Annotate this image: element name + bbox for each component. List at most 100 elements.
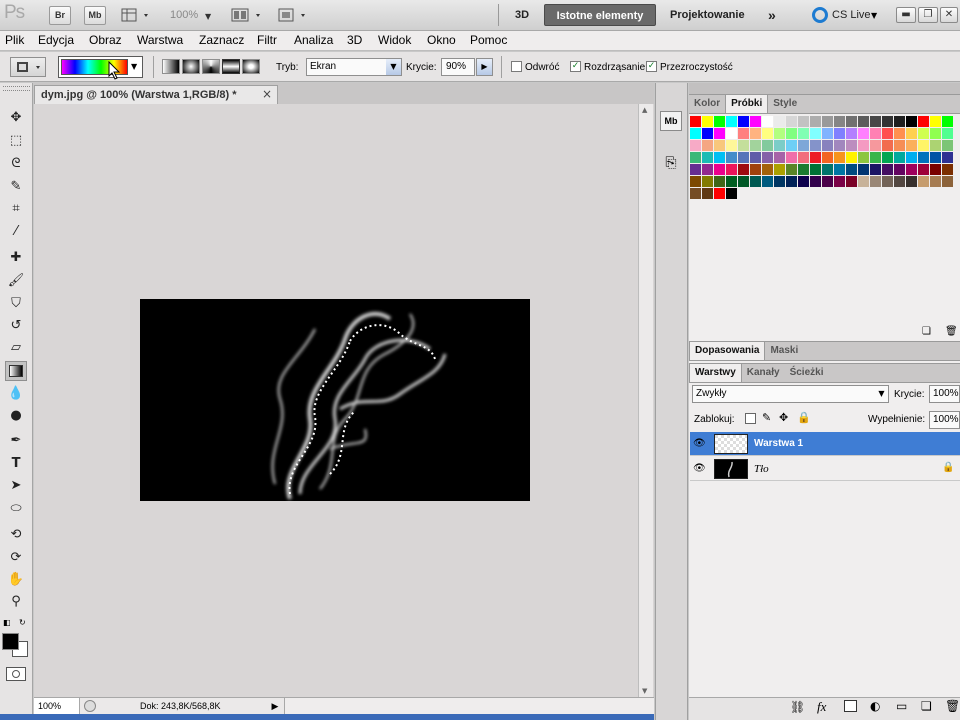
color-swatch[interactable] (762, 128, 773, 139)
menu-file[interactable]: Plik (5, 33, 24, 47)
color-swatch[interactable] (870, 176, 881, 187)
color-swatch[interactable] (894, 128, 905, 139)
dodge-tool-icon[interactable]: ● (5, 406, 27, 426)
color-swatch[interactable] (906, 128, 917, 139)
color-swatch[interactable] (774, 116, 785, 127)
color-swatch[interactable] (738, 164, 749, 175)
color-swatch[interactable] (738, 140, 749, 151)
color-swatch[interactable] (726, 116, 737, 127)
color-swatch[interactable] (810, 152, 821, 163)
color-swatch[interactable] (834, 164, 845, 175)
color-swatch[interactable] (714, 116, 725, 127)
color-swatch[interactable] (894, 116, 905, 127)
color-swatch[interactable] (702, 188, 713, 199)
color-swatch[interactable] (870, 164, 881, 175)
horizontal-scrollbar[interactable] (284, 698, 654, 714)
new-layer-icon[interactable]: ❏ (921, 699, 932, 713)
color-swatch[interactable] (810, 128, 821, 139)
color-swatch[interactable] (858, 116, 869, 127)
zoom-tool-icon[interactable]: ⚲ (5, 592, 27, 612)
color-swatch[interactable] (810, 176, 821, 187)
color-swatch[interactable] (834, 152, 845, 163)
color-swatch[interactable] (762, 164, 773, 175)
color-swatch[interactable] (906, 152, 917, 163)
lock-transparency-icon[interactable] (745, 413, 756, 424)
color-swatch[interactable] (906, 176, 917, 187)
layer-opacity-input[interactable]: 100% (929, 385, 960, 403)
color-swatch[interactable] (690, 140, 701, 151)
color-swatch[interactable] (942, 164, 953, 175)
color-swatch[interactable] (846, 176, 857, 187)
color-swatch[interactable] (726, 152, 737, 163)
color-swatch[interactable] (702, 152, 713, 163)
color-swatch[interactable] (906, 140, 917, 151)
menu-layer[interactable]: Warstwa (137, 33, 183, 47)
new-group-icon[interactable]: ▭ (896, 699, 907, 713)
color-swatch[interactable] (786, 176, 797, 187)
color-swatch[interactable] (882, 152, 893, 163)
color-swatch[interactable] (750, 128, 761, 139)
color-swatch[interactable] (714, 176, 725, 187)
foreground-color-swatch[interactable] (2, 633, 19, 650)
tab-channels[interactable]: Kanały (742, 364, 785, 382)
color-swatch[interactable] (786, 128, 797, 139)
opacity-input[interactable]: 90% (441, 58, 475, 76)
color-swatch[interactable] (750, 176, 761, 187)
minimize-button[interactable]: ▬ (896, 7, 916, 23)
hand-tool-icon[interactable]: ✋ (5, 570, 27, 590)
workspace-design[interactable]: Projektowanie (662, 4, 753, 26)
color-swatch[interactable] (906, 116, 917, 127)
color-swatch[interactable] (942, 116, 953, 127)
3d-rotate-tool-icon[interactable]: ⟲ (5, 525, 27, 545)
color-swatch[interactable] (894, 140, 905, 151)
color-swatch[interactable] (762, 140, 773, 151)
status-menu-arrow-icon[interactable]: ▶ (268, 699, 282, 713)
reflected-gradient-button[interactable] (222, 59, 240, 74)
close-document-icon[interactable]: × (262, 87, 272, 101)
document-canvas[interactable] (140, 299, 530, 501)
color-swatch[interactable] (738, 176, 749, 187)
menu-analysis[interactable]: Analiza (294, 33, 333, 47)
color-swatch[interactable] (762, 116, 773, 127)
eyedropper-tool-icon[interactable]: ⁄ (5, 222, 27, 242)
brush-tool-icon[interactable]: 🖌 (5, 271, 27, 291)
layer-style-icon[interactable]: fx (817, 699, 826, 715)
zoom-field[interactable]: 100% (34, 698, 80, 714)
color-swatch[interactable] (714, 140, 725, 151)
color-swatch[interactable] (798, 140, 809, 151)
color-swatch[interactable] (714, 164, 725, 175)
color-swatch[interactable] (930, 164, 941, 175)
link-layers-icon[interactable]: ⛓ (790, 700, 805, 714)
color-swatch[interactable] (738, 152, 749, 163)
color-swatch[interactable] (726, 128, 737, 139)
color-swatch[interactable] (690, 128, 701, 139)
color-swatch[interactable] (714, 128, 725, 139)
tab-color[interactable]: Kolor (689, 95, 725, 113)
color-swatch[interactable] (750, 164, 761, 175)
dither-checkbox[interactable]: ✓ (570, 61, 581, 72)
color-swatch[interactable] (846, 128, 857, 139)
document-tab[interactable]: dym.jpg @ 100% (Warstwa 1,RGB/8) * (34, 85, 278, 104)
layer-row[interactable]: 👁 Tło 🔒 (690, 457, 960, 481)
color-swatch[interactable] (786, 140, 797, 151)
color-swatch[interactable] (930, 116, 941, 127)
color-swatch[interactable] (726, 176, 737, 187)
color-swatch[interactable] (798, 116, 809, 127)
lasso-tool-icon[interactable]: ᘓ (5, 154, 27, 174)
color-swatch[interactable] (690, 164, 701, 175)
color-swatch[interactable] (738, 116, 749, 127)
angle-gradient-button[interactable] (202, 59, 220, 74)
blur-tool-icon[interactable]: 💧 (5, 384, 27, 404)
history-panel-icon[interactable]: ⎘ (660, 152, 682, 174)
mini-bridge-button[interactable]: Mb (84, 6, 106, 25)
menu-select[interactable]: Zaznacz (199, 33, 244, 47)
color-swatch[interactable] (858, 164, 869, 175)
screen-mode-button[interactable] (276, 7, 310, 24)
mode-select[interactable]: Ekran ▼ (306, 58, 402, 76)
color-swatch[interactable] (846, 116, 857, 127)
diamond-gradient-button[interactable] (242, 59, 260, 74)
color-swatch[interactable] (774, 128, 785, 139)
color-swatch[interactable] (918, 128, 929, 139)
default-colors-icon[interactable]: ◧ (3, 618, 11, 627)
clone-stamp-tool-icon[interactable]: ⛉ (5, 294, 27, 314)
